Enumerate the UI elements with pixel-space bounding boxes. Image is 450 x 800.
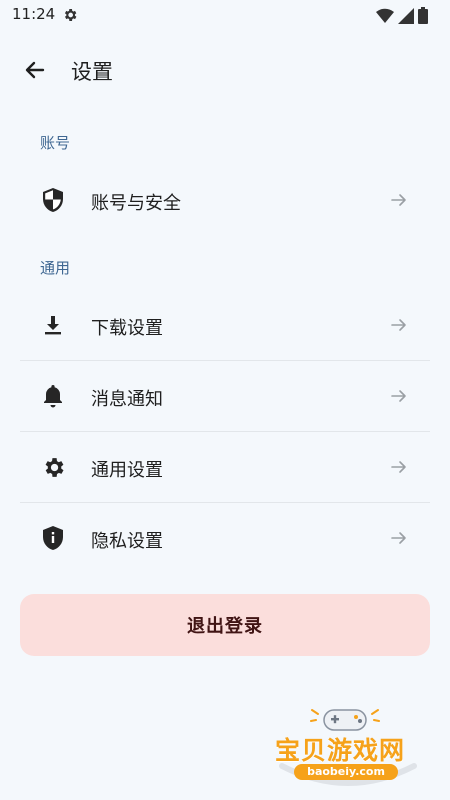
page-title: 设置 bbox=[71, 60, 113, 84]
gamepad-icon bbox=[310, 709, 380, 731]
signal-icon bbox=[398, 7, 414, 24]
menu-item-label: 通用设置 bbox=[91, 460, 163, 481]
app-bar: 设置 bbox=[0, 40, 450, 100]
arrow-right-icon bbox=[391, 194, 406, 206]
menu-item-label: 账号与安全 bbox=[91, 193, 181, 214]
menu-item-general-settings[interactable]: 通用设置 bbox=[20, 432, 430, 502]
logout-button[interactable]: 退出登录 bbox=[20, 594, 430, 656]
menu-item-label: 消息通知 bbox=[91, 389, 163, 410]
status-time: 11:24 bbox=[12, 5, 56, 23]
status-icons bbox=[376, 7, 428, 24]
menu-item-label: 隐私设置 bbox=[91, 531, 163, 552]
watermark-text: 宝贝游戏网 bbox=[275, 736, 406, 765]
arrow-right-icon bbox=[391, 390, 406, 402]
menu-item-label: 下载设置 bbox=[91, 318, 163, 339]
arrow-right-icon bbox=[391, 461, 406, 473]
shield-icon bbox=[40, 187, 66, 213]
menu-item-download-settings[interactable]: 下载设置 bbox=[20, 290, 430, 360]
menu-item-account-security[interactable]: 账号与安全 bbox=[20, 165, 430, 235]
privacy-shield-icon bbox=[40, 525, 66, 551]
watermark-url: baobeiy.com bbox=[294, 764, 398, 780]
menu-item-notifications[interactable]: 消息通知 bbox=[20, 361, 430, 431]
battery-icon bbox=[418, 7, 428, 24]
wifi-icon bbox=[376, 8, 394, 23]
section-label-general: 通用 bbox=[40, 259, 71, 277]
section-label-account: 账号 bbox=[40, 134, 71, 152]
download-icon bbox=[40, 312, 66, 338]
back-button[interactable] bbox=[18, 54, 52, 86]
logout-label: 退出登录 bbox=[187, 616, 263, 636]
settings-status-icon bbox=[64, 9, 77, 21]
bell-icon bbox=[40, 383, 66, 409]
watermark-logo: 宝贝游戏网 baobeiy.com bbox=[272, 700, 422, 796]
gear-icon bbox=[40, 454, 66, 480]
arrow-right-icon bbox=[391, 532, 406, 544]
status-bar: 11:24 bbox=[0, 0, 450, 30]
arrow-right-icon bbox=[391, 319, 406, 331]
menu-item-privacy-settings[interactable]: 隐私设置 bbox=[20, 503, 430, 573]
arrow-back-icon bbox=[25, 61, 45, 79]
